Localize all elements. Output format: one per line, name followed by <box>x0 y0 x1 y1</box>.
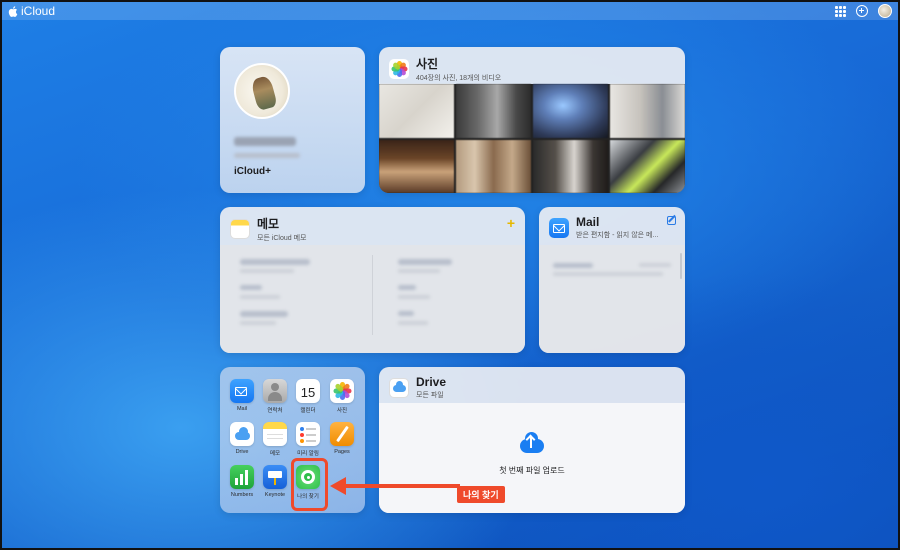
notes-tile[interactable]: 메모 모든 iCloud 메모 + <box>220 207 525 353</box>
photos-icon <box>389 59 409 79</box>
mail-icon <box>549 217 569 238</box>
top-bar: iCloud <box>2 2 898 20</box>
drive-title: Drive <box>416 375 447 389</box>
compose-icon[interactable] <box>667 216 676 225</box>
photo-thumbnail[interactable] <box>533 139 608 193</box>
note-item[interactable] <box>398 285 416 290</box>
notes-icon <box>230 219 250 239</box>
photo-thumbnail[interactable] <box>610 84 685 138</box>
drive-icon <box>389 377 409 398</box>
photos-title: 사진 <box>416 57 439 71</box>
mail-header: Mail 받은 편지함 - 읽지 않은 메... <box>539 207 685 248</box>
mail-item[interactable] <box>553 263 593 268</box>
drive-subtitle: 모든 파일 <box>416 392 444 399</box>
keynote-icon <box>263 465 287 489</box>
brand-title[interactable]: iCloud <box>21 4 55 18</box>
account-avatar[interactable] <box>878 4 892 18</box>
drive-icon <box>230 422 254 446</box>
photo-thumbnail[interactable] <box>456 84 531 138</box>
drive-tile[interactable]: Drive 모든 파일 첫 번째 파일 업로드 <box>379 367 685 513</box>
notes-subtitle: 모든 iCloud 메모 <box>257 235 307 242</box>
upload-first-file-label[interactable]: 첫 번째 파일 업로드 <box>379 465 685 476</box>
apple-logo-icon <box>8 5 18 17</box>
contacts-icon <box>263 379 287 403</box>
pages-icon <box>330 422 354 446</box>
profile-avatar <box>234 63 290 119</box>
calendar-day: 15 <box>300 385 316 400</box>
app-label: Pages <box>334 449 350 455</box>
notes-title: 메모 <box>257 217 280 231</box>
scrollbar[interactable] <box>680 253 682 279</box>
mail-tile[interactable]: Mail 받은 편지함 - 읽지 않은 메... <box>539 207 685 353</box>
profile-tile[interactable]: iCloud+ <box>220 47 365 193</box>
upload-arrow-icon <box>530 436 532 448</box>
icloud-window: iCloud iCloud+ 사진 404장의 사진, 18개의 비디오 메모 … <box>0 0 900 550</box>
note-item[interactable] <box>398 259 452 265</box>
drive-header: Drive 모든 파일 <box>379 367 685 408</box>
photo-thumbnails <box>379 84 685 193</box>
blurred-email <box>234 153 300 158</box>
note-item[interactable] <box>240 259 310 265</box>
app-label: 사진 <box>336 408 348 414</box>
mail-icon <box>230 379 254 403</box>
mail-title: Mail <box>576 215 600 229</box>
numbers-icon <box>230 465 254 489</box>
annotation-arrowhead <box>330 477 346 495</box>
annotation-arrow <box>344 484 460 488</box>
annotation-callout: 나의 찾기 <box>457 486 505 503</box>
photos-icon <box>330 379 354 403</box>
calendar-icon: 15 <box>296 379 320 403</box>
photo-thumbnail[interactable] <box>533 84 608 138</box>
photos-subtitle: 404장의 사진, 18개의 비디오 <box>416 75 502 82</box>
photo-thumbnail[interactable] <box>610 139 685 193</box>
icloud-plus-label: iCloud+ <box>234 166 271 177</box>
new-note-button[interactable]: + <box>507 215 515 231</box>
note-item[interactable] <box>398 311 414 316</box>
top-right-controls <box>835 4 892 18</box>
note-item[interactable] <box>240 311 288 317</box>
photos-tile[interactable]: 사진 404장의 사진, 18개의 비디오 <box>379 47 685 193</box>
app-photos[interactable]: 사진 <box>322 379 362 414</box>
app-launcher-icon[interactable] <box>835 5 846 17</box>
mail-subtitle: 받은 편지함 - 읽지 않은 메... <box>576 232 659 239</box>
photo-thumbnail[interactable] <box>456 139 531 193</box>
blurred-name <box>234 137 296 146</box>
photo-thumbnail[interactable] <box>379 84 454 138</box>
add-circle-icon[interactable] <box>856 5 868 17</box>
photo-thumbnail[interactable] <box>379 139 454 193</box>
find-my-highlight <box>291 458 328 511</box>
column-divider <box>372 255 373 335</box>
mail-list <box>539 245 685 353</box>
app-pages[interactable]: Pages <box>322 422 362 455</box>
note-item[interactable] <box>240 285 262 290</box>
notes-icon <box>263 422 287 446</box>
reminders-icon <box>296 422 320 446</box>
drive-upload-area[interactable]: 첫 번째 파일 업로드 <box>379 403 685 513</box>
